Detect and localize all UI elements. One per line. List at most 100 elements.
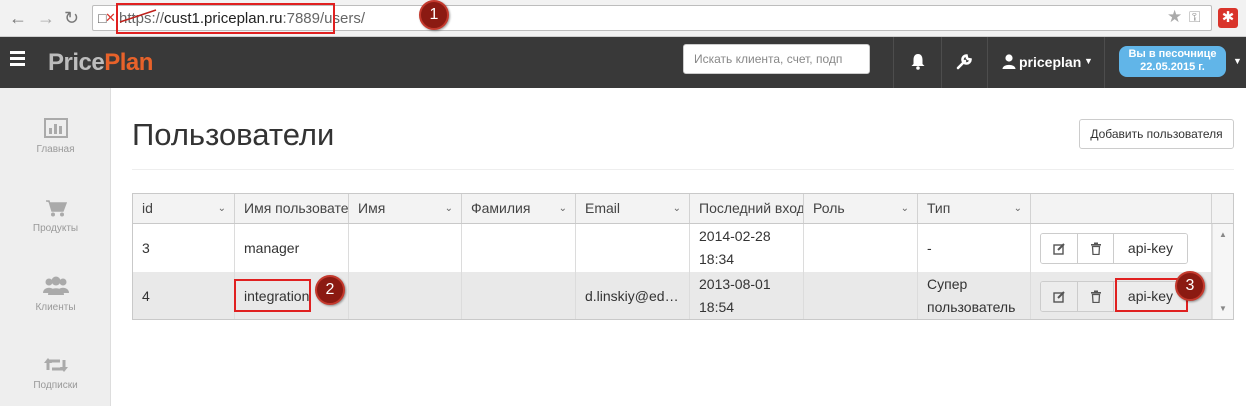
column-header-label: Фамилия	[471, 200, 531, 216]
bell-icon[interactable]	[910, 53, 926, 70]
cell-id: 4	[133, 272, 235, 319]
divider	[1104, 37, 1105, 88]
page-title: Пользователи	[132, 117, 335, 152]
back-arrow-icon[interactable]: ←	[9, 8, 27, 28]
chevron-down-icon[interactable]: ⌄	[218, 194, 226, 223]
cell-email: d.linskiy@ed…	[576, 272, 690, 319]
annotation-username-box	[234, 279, 311, 312]
column-header-label: Тип	[927, 200, 951, 216]
cell-last-name	[462, 272, 576, 319]
cell-role	[804, 224, 918, 272]
users-icon	[42, 276, 69, 295]
trash-icon	[1090, 290, 1101, 303]
column-header-last-name[interactable]: Фамилия ⌄	[462, 194, 576, 223]
sidebar-label: Клиенты	[35, 302, 76, 313]
last-login-date: 2014-02-28	[699, 228, 771, 244]
sidebar-item-products[interactable]: Продукты	[0, 199, 111, 234]
cell-id: 3	[133, 224, 235, 272]
edit-icon	[1052, 291, 1065, 303]
chevron-down-icon[interactable]: ⌄	[901, 194, 909, 223]
last-login-time: 18:34	[699, 251, 735, 267]
column-header-label: Имя	[358, 200, 386, 216]
sidebar-item-subscriptions[interactable]: Подписки	[0, 356, 111, 391]
cell-username: manager	[235, 224, 349, 272]
key-icon[interactable]: ⚿	[1189, 10, 1200, 26]
cell-role	[804, 272, 918, 319]
row-actions: api-key	[1040, 233, 1188, 264]
table-row[interactable]: 3 manager 2014-02-28 18:34 - api-key	[133, 224, 1212, 272]
sidebar-label: Продукты	[32, 223, 79, 234]
api-key-button[interactable]: api-key	[1114, 234, 1187, 263]
extension-icon[interactable]: ✱	[1218, 8, 1238, 28]
cart-icon	[45, 200, 67, 217]
sidebar-label: Главная	[36, 144, 75, 155]
cell-type: Супер пользователь	[918, 272, 1031, 319]
cell-last-name	[462, 224, 576, 272]
priceplan-logo[interactable]: PricePlan	[48, 49, 153, 77]
column-header-id[interactable]: id ⌄	[133, 194, 235, 223]
chevron-down-icon[interactable]: ⌄	[673, 194, 681, 223]
forward-arrow-icon[interactable]: →	[37, 8, 55, 28]
column-header-label: Последний вход	[699, 200, 804, 216]
search-input[interactable]	[683, 44, 870, 74]
sandbox-caret-icon[interactable]: ▼	[1233, 56, 1242, 66]
wrench-icon[interactable]	[956, 53, 973, 70]
cell-actions: api-key	[1031, 224, 1212, 272]
logo-text-1: Price	[48, 49, 105, 76]
edit-button[interactable]	[1041, 282, 1078, 311]
insecure-lock-icon: ✕	[105, 10, 116, 25]
type-line-1: -	[927, 239, 932, 256]
column-header-role[interactable]: Роль ⌄	[804, 194, 918, 223]
scroll-up-icon[interactable]: ▲	[1219, 230, 1227, 239]
left-sidebar: Главная Продукты Клиенты Подписки	[0, 88, 111, 406]
sandbox-line-1: Вы в песочнице	[1128, 48, 1217, 60]
cell-email	[576, 224, 690, 272]
user-menu-label[interactable]: priceplan	[1019, 54, 1081, 70]
column-header-type[interactable]: Тип ⌄	[918, 194, 1031, 223]
reload-icon[interactable]: ↻	[64, 8, 79, 28]
sidebar-item-home[interactable]: Главная	[0, 118, 111, 155]
column-header-label: Email	[585, 200, 621, 216]
column-header-email[interactable]: Email ⌄	[576, 194, 690, 223]
sandbox-badge[interactable]: Вы в песочнице 22.05.2015 г.	[1119, 46, 1226, 77]
cell-last-login: 2013-08-01 18:54	[690, 272, 804, 319]
cell-last-login: 2014-02-28 18:34	[690, 224, 804, 272]
annotation-badge-2: 2	[315, 275, 345, 305]
divider	[941, 37, 942, 88]
delete-button[interactable]	[1078, 234, 1114, 263]
chevron-down-icon[interactable]: ⌄	[1014, 194, 1022, 223]
divider	[987, 37, 988, 88]
app-header: PricePlan priceplan ▼ Вы в песочнице 22.…	[0, 37, 1246, 88]
delete-button[interactable]	[1078, 282, 1114, 311]
chevron-down-icon[interactable]: ⌄	[559, 194, 567, 223]
annotation-badge-1: 1	[419, 0, 449, 30]
chevron-down-icon[interactable]: ⌄	[445, 194, 453, 223]
star-icon[interactable]: ★	[1167, 8, 1182, 25]
type-line-1: Супер	[927, 276, 968, 292]
last-login-time: 18:54	[699, 299, 735, 315]
add-user-button[interactable]: Добавить пользователя	[1079, 119, 1234, 149]
logo-text-2: Plan	[104, 49, 153, 76]
column-header-actions	[1031, 194, 1212, 223]
edit-button[interactable]	[1041, 234, 1078, 263]
column-header-username[interactable]: Имя пользователя	[235, 194, 349, 223]
divider	[893, 37, 894, 88]
annotation-badge-3: 3	[1175, 271, 1205, 301]
sidebar-item-clients[interactable]: Клиенты	[0, 276, 111, 313]
sidebar-label: Подписки	[33, 380, 78, 391]
retweet-icon	[43, 358, 68, 372]
column-header-label: id	[142, 200, 153, 216]
edit-icon	[1052, 243, 1065, 255]
last-login-date: 2013-08-01	[699, 276, 771, 292]
table-scrollbar[interactable]: ▲ ▼	[1212, 224, 1233, 319]
bar-chart-icon	[43, 118, 68, 138]
hamburger-menu-icon[interactable]	[10, 51, 25, 69]
scroll-down-icon[interactable]: ▼	[1219, 304, 1227, 313]
annotation-strike-line	[119, 9, 157, 23]
table-header: id ⌄ Имя пользователя Имя ⌄ Фамилия ⌄ Email…	[133, 194, 1233, 224]
column-header-last-login[interactable]: Последний вход	[690, 194, 804, 223]
divider	[132, 169, 1234, 170]
column-header-first-name[interactable]: Имя ⌄	[349, 194, 462, 223]
caret-down-icon[interactable]: ▼	[1084, 56, 1093, 66]
cell-first-name	[349, 272, 462, 319]
